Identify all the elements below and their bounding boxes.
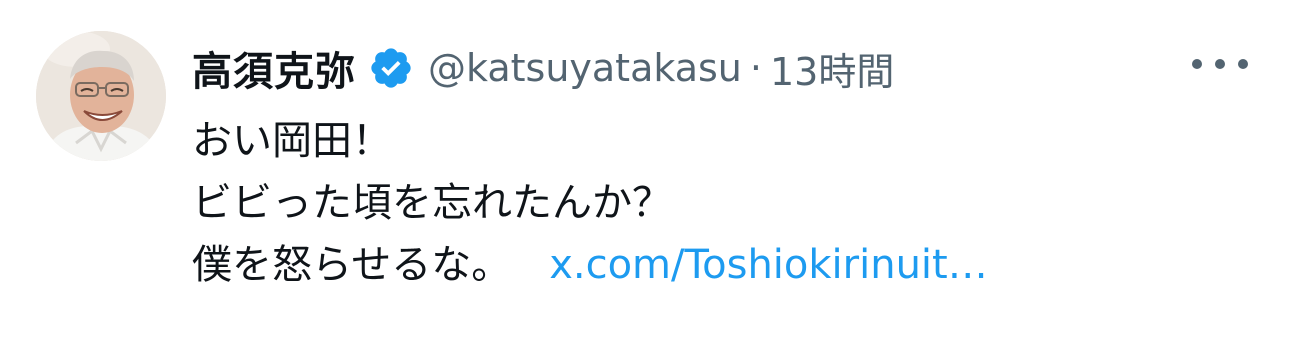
more-options-icon[interactable] bbox=[1192, 44, 1248, 84]
avatar[interactable] bbox=[36, 31, 166, 161]
tweet-link[interactable]: x.com/Toshiokirinuit… bbox=[549, 242, 988, 288]
more-dot-3 bbox=[1238, 59, 1248, 69]
tweet-text-line: おい岡田！ bbox=[192, 110, 988, 172]
tweet-text-line-3: 僕を怒らせるな。 bbox=[192, 242, 512, 288]
handle[interactable]: @katsuyatakasu bbox=[428, 46, 742, 90]
tweet-text: おい岡田！ ビビった頃を忘れたんか？ 僕を怒らせるな。 x.com/Toshiok… bbox=[192, 110, 988, 296]
tweet[interactable]: 高須克弥 @katsuyatakasu · 13時間 おい岡田！ ビビった頃を忘… bbox=[0, 0, 1300, 340]
tweet-text-line: ビビった頃を忘れたんか？ bbox=[192, 172, 988, 234]
more-dot-2 bbox=[1215, 59, 1225, 69]
more-dot-1 bbox=[1192, 59, 1202, 69]
tweet-header: 高須克弥 @katsuyatakasu · 13時間 bbox=[192, 38, 894, 98]
avatar-image bbox=[36, 31, 166, 161]
timestamp[interactable]: 13時間 bbox=[770, 41, 894, 96]
verified-badge-icon[interactable] bbox=[368, 45, 414, 91]
tweet-text-line-2: ビビった頃を忘れたんか？ bbox=[192, 180, 672, 226]
separator-dot: · bbox=[749, 46, 762, 90]
tweet-text-line: 僕を怒らせるな。 x.com/Toshiokirinuit… bbox=[192, 234, 988, 296]
display-name[interactable]: 高須克弥 bbox=[192, 39, 356, 97]
tweet-text-line-1: おい岡田！ bbox=[192, 118, 392, 164]
